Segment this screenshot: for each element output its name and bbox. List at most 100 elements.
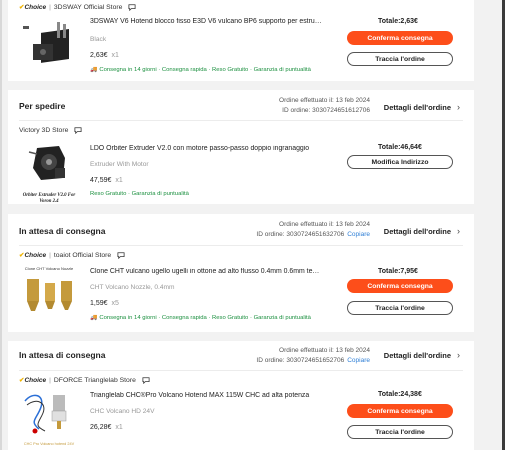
product-title[interactable]: Clone CHT vulcano ugello ugelli in otton… [90, 268, 322, 275]
order-details-link[interactable]: Dettagli dell'ordine › [384, 350, 460, 360]
store-name[interactable]: toaiot Official Store [54, 252, 111, 259]
order-id: ID ordine: 3030724651612706 [282, 107, 370, 114]
delivery-notes: Reso Gratuito · Garanzia di puntualità [90, 191, 189, 197]
chat-icon[interactable] [128, 3, 136, 11]
separator: | [49, 3, 51, 11]
order-id: ID ordine: 3030724651652706 [256, 357, 345, 364]
price-value: 26,28€ [90, 424, 112, 431]
truck-icon: 🚚 [90, 67, 98, 73]
quantity: x1 [111, 52, 119, 59]
order-card: In attesa di consegna Ordine effettuato … [8, 341, 474, 450]
window-left-edge [0, 0, 2, 450]
order-card: Per spedire Ordine effettuato il: 13 feb… [8, 90, 474, 204]
hotend-block-image [23, 22, 69, 63]
nozzle-image [27, 279, 72, 311]
choice-badge: ✔Choice [19, 4, 47, 11]
product-price: 26,28€ x1 [90, 424, 123, 431]
order-date: Ordine effettuato il: 13 feb 2024 [279, 221, 370, 228]
copy-order-id-link[interactable]: Copiare [347, 357, 370, 364]
order-total: Totale:2,63€ [378, 18, 418, 25]
order-meta: Ordine effettuato il: 13 feb 2024 ID ord… [256, 346, 370, 366]
chat-icon[interactable] [117, 251, 125, 259]
price-value: 1,59€ [90, 300, 108, 307]
order-status: In attesa di consegna [19, 226, 106, 236]
order-status: In attesa di consegna [19, 350, 106, 360]
order-card: In attesa di consegna Ordine effettuato … [8, 214, 474, 332]
order-card: ✔Choice | 3DSWAY Official Store 3DSWAY V… [8, 0, 474, 81]
separator: | [49, 376, 51, 384]
product-title[interactable]: LDO Orbiter Extruder V2.0 con motore pas… [90, 145, 322, 152]
track-order-button[interactable]: Traccia l'ordine [347, 52, 453, 66]
thumb-caption: Orbiter Extruder V2.0 For Voron 2.4 [22, 193, 76, 204]
track-order-button[interactable]: Traccia l'ordine [347, 425, 453, 439]
product-thumbnail[interactable]: Clone CHT Volcano Nozzle [19, 266, 79, 328]
store-row[interactable]: ✔Choice | 3DSWAY Official Store [19, 3, 136, 11]
store-name[interactable]: Victory 3D Store [19, 127, 68, 134]
order-total: Totale:7,95€ [378, 268, 418, 275]
confirm-delivery-button[interactable]: Conferma consegna [347, 279, 453, 293]
order-meta: Ordine effettuato il: 13 feb 2024 ID ord… [256, 220, 370, 240]
product-thumbnail[interactable]: CHC Pro Volcano hotend 24V [19, 391, 79, 449]
chevron-right-icon: › [457, 102, 460, 112]
product-variant: Black [90, 36, 107, 43]
chevron-right-icon: › [457, 350, 460, 360]
details-label: Dettagli dell'ordine [383, 226, 451, 236]
order-date: Ordine effettuato il: 13 feb 2024 [279, 347, 370, 354]
details-label: Dettagli dell'ordine [383, 102, 451, 112]
product-title[interactable]: Trianglelab CHC®Pro Volcano Hotend MAX 1… [90, 392, 322, 399]
chat-icon[interactable] [142, 376, 150, 384]
hotend-kit-image [24, 394, 67, 434]
choice-badge: ✔Choice [19, 252, 47, 259]
store-name[interactable]: 3DSWAY Official Store [54, 4, 123, 11]
choice-badge: ✔Choice [19, 377, 47, 384]
divider [19, 120, 463, 121]
order-total: Totale:46,64€ [378, 144, 422, 151]
quantity: x1 [115, 424, 123, 431]
chat-icon[interactable] [74, 127, 82, 134]
product-variant: CHT Volcano Nozzle, 0.4mm [90, 284, 175, 291]
choice-label: Choice [24, 4, 47, 11]
thumb-caption: CHC Pro Volcano hotend 24V [23, 442, 75, 446]
product-thumbnail[interactable] [19, 14, 79, 76]
choice-label: Choice [24, 377, 47, 384]
price-value: 2,63€ [90, 52, 108, 59]
product-title[interactable]: 3DSWAY V6 Hotend blocco fisso E3D V6 vul… [90, 18, 322, 25]
price-value: 47,59€ [90, 177, 112, 184]
notes-text: Consegna in 14 giorni · Consegna rapida … [99, 67, 311, 73]
truck-icon: 🚚 [90, 315, 98, 321]
extruder-image [28, 146, 65, 180]
product-price: 47,59€ x1 [90, 177, 123, 184]
separator: | [49, 251, 51, 259]
thumb-caption: Clone CHT Volcano Nozzle [24, 266, 74, 271]
product-variant: Extruder With Motor [90, 161, 149, 168]
quantity: x5 [111, 300, 119, 307]
order-total: Totale:24,38€ [378, 391, 422, 398]
confirm-delivery-button[interactable]: Conferma consegna [347, 404, 453, 418]
product-price: 2,63€ x1 [90, 52, 119, 59]
details-label: Dettagli dell'ordine [383, 350, 451, 360]
choice-label: Choice [24, 252, 47, 259]
divider [19, 370, 463, 371]
order-details-link[interactable]: Dettagli dell'ordine › [384, 226, 460, 236]
store-row[interactable]: ✔Choice | DFORCE Trianglelab Store [19, 376, 150, 384]
divider [19, 245, 463, 246]
chevron-right-icon: › [457, 226, 460, 236]
change-address-button[interactable]: Modifica Indirizzo [347, 155, 453, 169]
order-id: ID ordine: 3030724651632706 [256, 231, 345, 238]
order-meta: Ordine effettuato il: 13 feb 2024 ID ord… [279, 96, 370, 116]
order-details-link[interactable]: Dettagli dell'ordine › [384, 102, 460, 112]
confirm-delivery-button[interactable]: Conferma consegna [347, 31, 453, 45]
order-status: Per spedire [19, 101, 66, 111]
product-thumbnail[interactable]: Orbiter Extruder V2.0 For Voron 2.4 [19, 142, 79, 204]
delivery-notes: 🚚 Consegna in 14 giorni · Consegna rapida… [90, 315, 311, 321]
store-row[interactable]: Victory 3D Store [19, 127, 82, 134]
store-row[interactable]: ✔Choice | toaiot Official Store [19, 251, 125, 259]
notes-text: Consegna in 14 giorni · Consegna rapida … [99, 315, 311, 321]
store-name[interactable]: DFORCE Trianglelab Store [54, 377, 136, 384]
copy-order-id-link[interactable]: Copiare [347, 231, 370, 238]
product-variant: CHC Volcano HD 24V [90, 408, 155, 415]
track-order-button[interactable]: Traccia l'ordine [347, 301, 453, 315]
quantity: x1 [115, 177, 123, 184]
delivery-notes: 🚚 Consegna in 14 giorni · Consegna rapida… [90, 67, 311, 73]
order-date: Ordine effettuato il: 13 feb 2024 [279, 97, 370, 104]
